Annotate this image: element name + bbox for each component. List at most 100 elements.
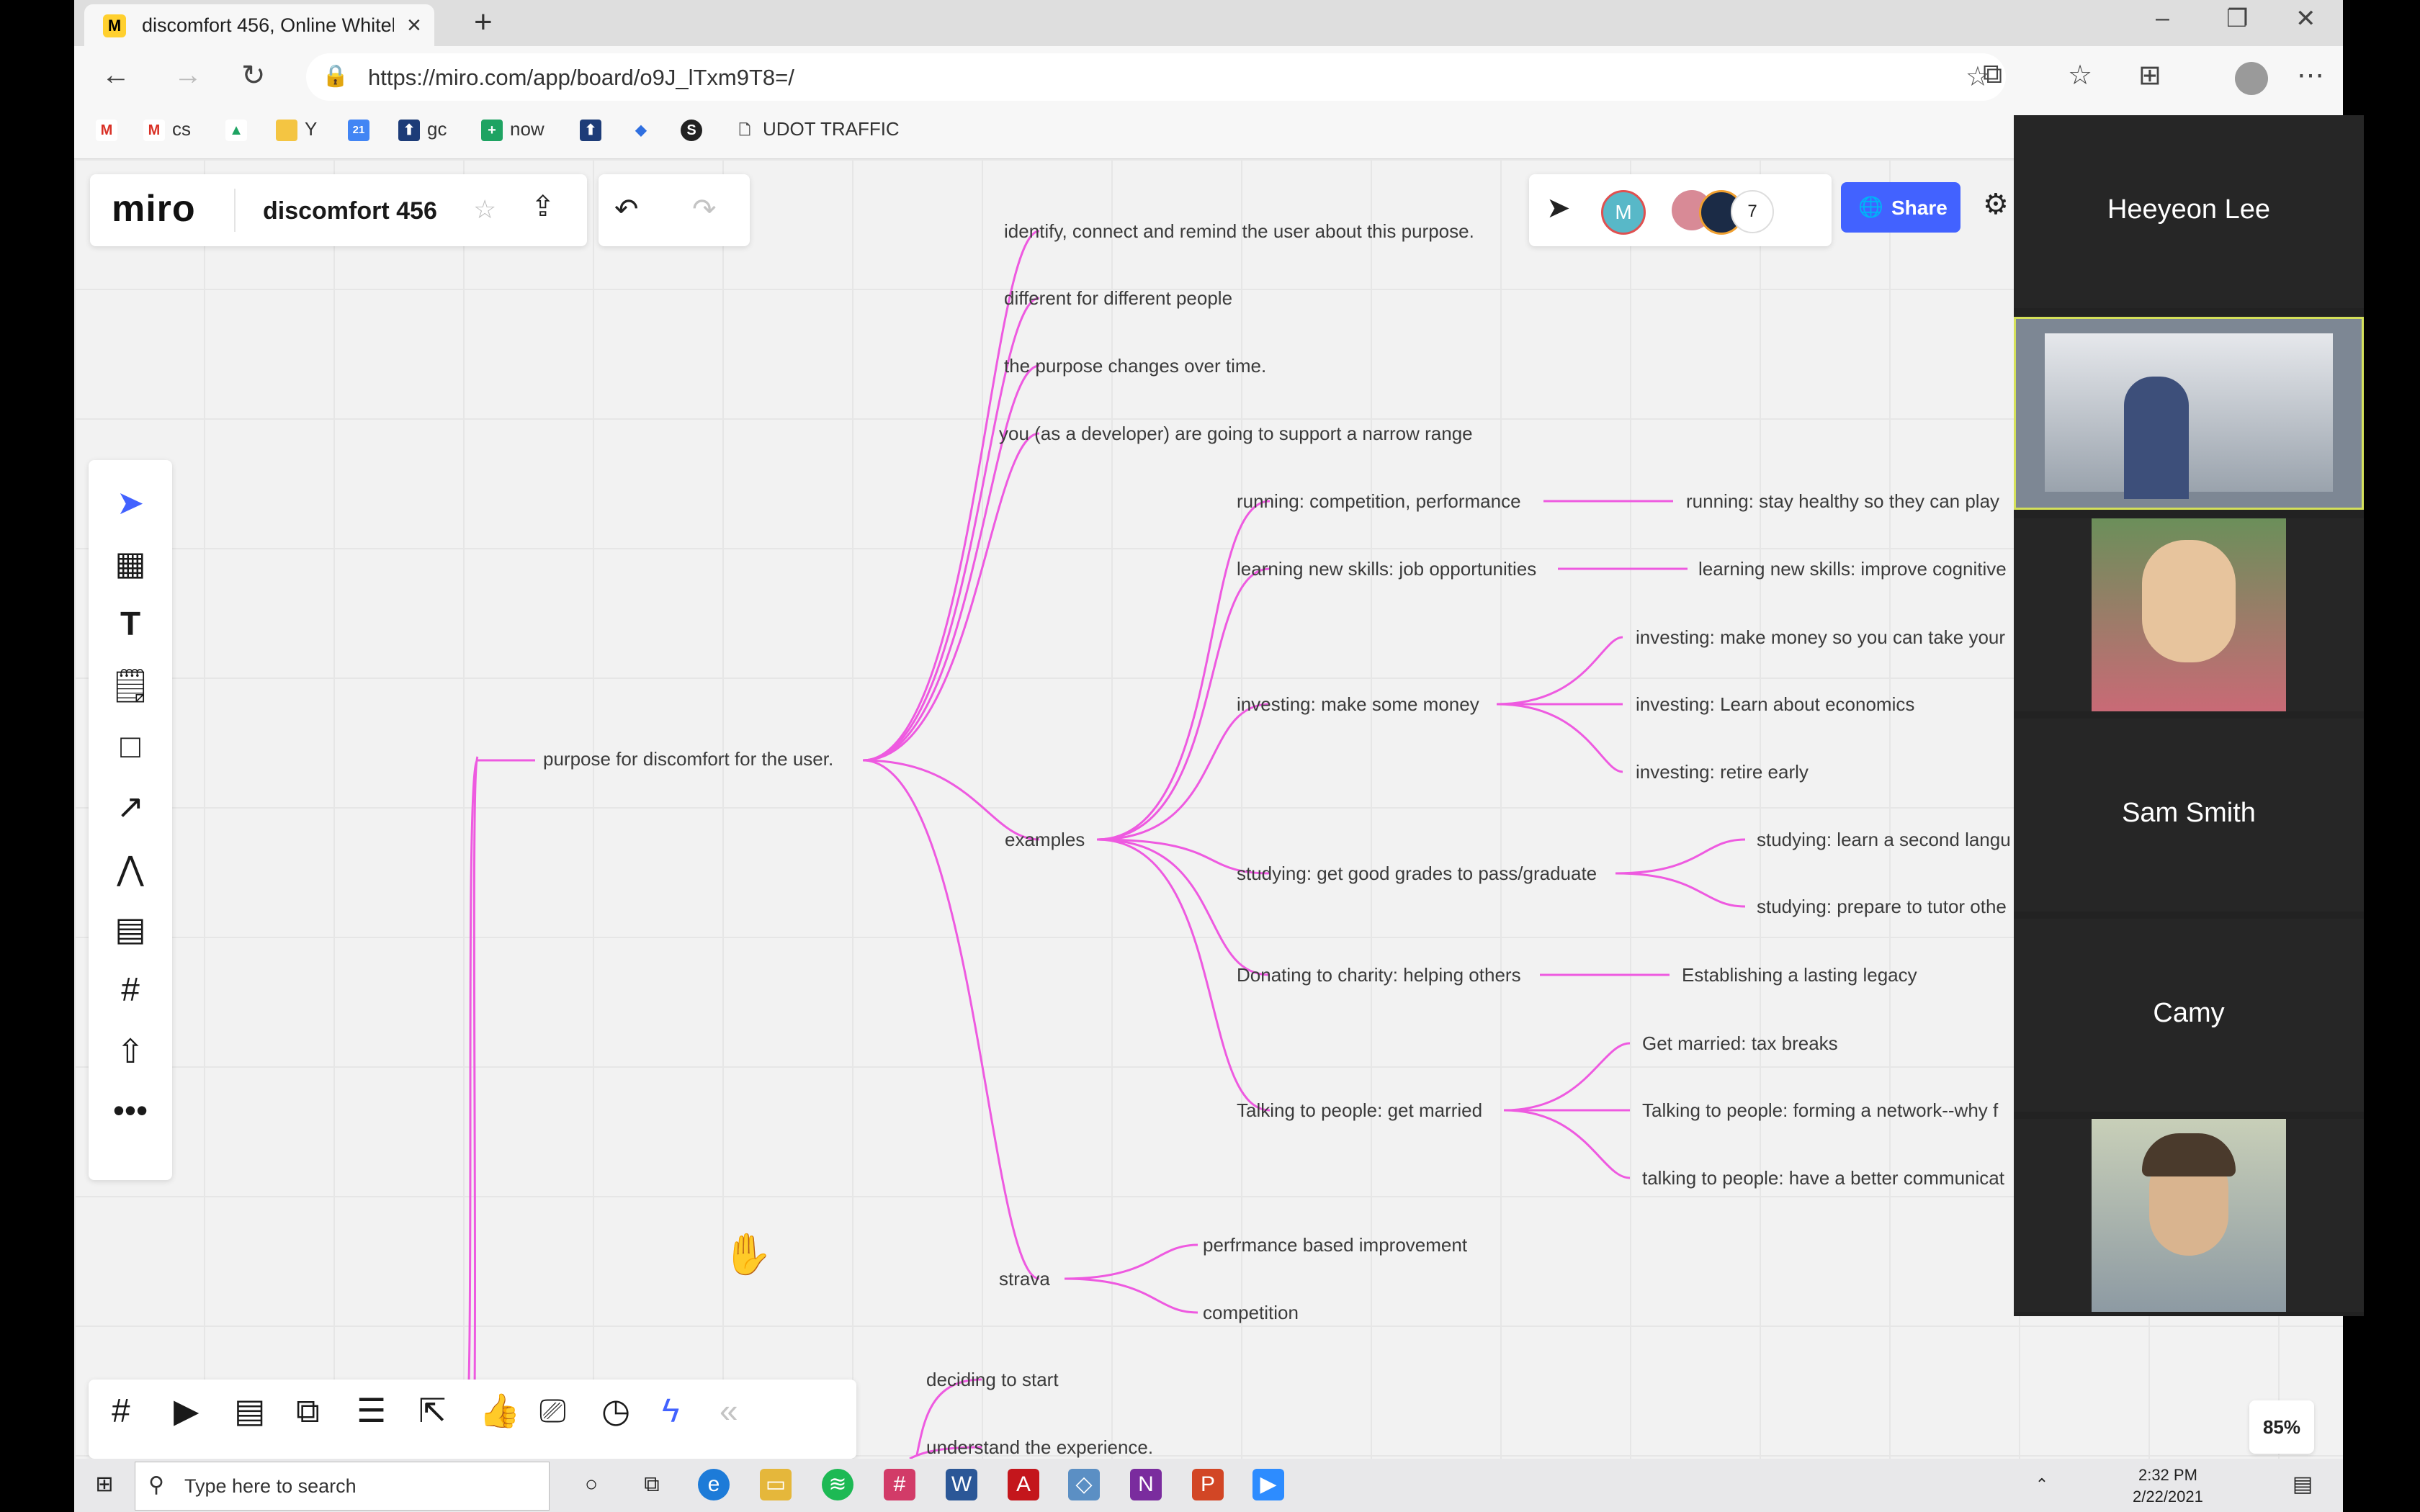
lock-icon[interactable]: 🔒 <box>322 63 349 89</box>
bookmark-gmail[interactable]: M <box>96 118 125 142</box>
mindmap-node[interactable]: investing: Learn about economics <box>1636 693 1914 716</box>
mindmap-node[interactable]: deciding to start <box>926 1369 1059 1391</box>
extension-icon[interactable]: ⧉ <box>1983 59 2002 90</box>
edge-icon[interactable]: e <box>698 1469 730 1500</box>
mindmap-node[interactable]: perfrmance based improvement <box>1203 1234 1467 1256</box>
comments-icon[interactable]: ▤ <box>234 1391 265 1430</box>
taskbar-clock[interactable]: 2:32 PM 2/22/2021 <box>2133 1464 2203 1508</box>
mindmap-node[interactable]: Talking to people: get married <box>1237 1099 1482 1122</box>
miro-board-canvas[interactable]: purpose for discomfort for the user. ide… <box>74 159 2343 1459</box>
mindmap-root-node[interactable]: purpose for discomfort for the user. <box>543 748 833 770</box>
close-window-icon[interactable]: ✕ <box>2295 4 2316 33</box>
mindmap-node[interactable]: Talking to people: forming a network--wh… <box>1642 1099 1998 1122</box>
mindmap-node[interactable]: investing: retire early <box>1636 761 1809 783</box>
mindmap-node[interactable]: the purpose changes over time. <box>1004 355 1266 377</box>
bookmark-y[interactable]: Y <box>276 118 317 142</box>
cards-icon[interactable]: ⧉ <box>296 1391 320 1431</box>
tray-icons[interactable]: ⌃ ▭ ✕ <box>2026 1469 2058 1512</box>
bookmark-drive[interactable]: ▲ <box>225 118 254 142</box>
participant-video[interactable] <box>2014 1119 2364 1312</box>
bookmark-calendar[interactable]: 21 <box>348 118 377 142</box>
url-text[interactable]: https://miro.com/app/board/o9J_lTxm9T8=/ <box>368 65 794 91</box>
share-screen-icon[interactable]: ⇱ <box>418 1391 447 1430</box>
mindmap-node[interactable]: identify, connect and remind the user ab… <box>1004 220 1474 243</box>
mindmap-node[interactable]: investing: make money so you can take yo… <box>1636 626 2005 649</box>
bookmark-gc[interactable]: ⬆ gc <box>398 118 447 142</box>
settings-sliders-icon[interactable]: ⚙ <box>1983 188 2009 221</box>
arrow-line-icon[interactable]: ↗ <box>89 787 172 826</box>
more-tools-icon[interactable]: ••• <box>89 1091 172 1130</box>
task-view-icon[interactable]: ⧉ <box>636 1469 668 1500</box>
mindmap-node[interactable]: talking to people: have a better communi… <box>1642 1167 2004 1189</box>
text-tool-icon[interactable]: T <box>89 604 172 643</box>
forward-icon[interactable]: → <box>174 59 202 91</box>
mindmap-node[interactable]: understand the experience. <box>926 1436 1153 1459</box>
mindmap-node[interactable]: studying: get good grades to pass/gradua… <box>1237 863 1597 885</box>
new-tab-icon[interactable]: + <box>474 4 493 40</box>
back-icon[interactable]: ← <box>102 59 130 91</box>
minimize-icon[interactable]: – <box>2156 4 2169 32</box>
mindmap-node[interactable]: investing: make some money <box>1237 693 1479 716</box>
thumbs-up-icon[interactable]: 👍 <box>479 1391 520 1431</box>
sticky-note-icon[interactable]: 🗒 <box>89 666 172 706</box>
word-icon[interactable]: W <box>946 1469 977 1500</box>
profile-avatar[interactable] <box>2235 62 2268 95</box>
mindmap-node[interactable]: you (as a developer) are going to suppor… <box>999 423 1473 445</box>
templates-icon[interactable]: ▦ <box>89 544 172 582</box>
cursor-follow-icon[interactable]: ➤ <box>1546 192 1571 225</box>
video-icon[interactable]: ⎚ <box>539 1391 566 1431</box>
powerpoint-icon[interactable]: P <box>1192 1469 1224 1500</box>
slack-icon[interactable]: # <box>884 1469 915 1500</box>
star-icon[interactable]: ☆ <box>473 194 496 225</box>
mindmap-node[interactable]: studying: learn a second langu <box>1757 829 2011 851</box>
collapse-icon[interactable]: « <box>720 1391 738 1430</box>
timer-icon[interactable]: ◷ <box>601 1391 630 1430</box>
favorites-icon[interactable]: ☆ <box>2068 59 2092 91</box>
app-icon[interactable]: ◇ <box>1068 1469 1100 1500</box>
more-icon[interactable]: ⋯ <box>2297 59 2324 91</box>
participant-tile[interactable]: Camy <box>2014 919 2364 1112</box>
collaborator-avatar[interactable]: M <box>1601 190 1646 235</box>
comment-icon[interactable]: ▤ <box>89 909 172 948</box>
participant-video[interactable] <box>2014 518 2364 711</box>
zoom-icon[interactable]: ▶ <box>1252 1469 1284 1500</box>
frames-icon[interactable]: # <box>112 1391 130 1430</box>
redo-icon[interactable]: ↷ <box>692 193 717 226</box>
bookmark-now[interactable]: + now <box>481 118 544 142</box>
file-explorer-icon[interactable]: ▭ <box>760 1469 792 1500</box>
participant-tile[interactable]: Sam Smith <box>2014 719 2364 912</box>
bookmark-s[interactable]: S <box>681 118 709 142</box>
frame-icon[interactable]: # <box>89 970 172 1009</box>
kanban-icon[interactable]: ☰ <box>357 1391 386 1430</box>
shape-tool-icon[interactable]: □ <box>89 726 172 765</box>
participant-tile[interactable]: Heeyeon Lee <box>2014 115 2364 308</box>
mindmap-node-examples[interactable]: examples <box>1005 829 1085 851</box>
bookmark-cs[interactable]: Mcs <box>143 118 191 142</box>
bookmark-diamond[interactable]: ◆ <box>630 118 659 141</box>
mindmap-node[interactable]: running: stay healthy so they can play <box>1686 490 1999 513</box>
select-tool-icon[interactable]: ➤ <box>89 483 172 522</box>
mindmap-node-strava[interactable]: strava <box>999 1268 1050 1290</box>
mindmap-node[interactable]: competition <box>1203 1302 1299 1324</box>
pen-tool-icon[interactable]: ⋀ <box>89 849 172 888</box>
bookmark-arrow[interactable]: ⬆ <box>580 118 609 142</box>
onenote-icon[interactable]: N <box>1130 1469 1162 1500</box>
mindmap-node[interactable]: different for different people <box>1004 287 1232 310</box>
mindmap-node[interactable]: learning new skills: job opportunities <box>1237 558 1536 580</box>
collections-icon[interactable]: ⊞ <box>2138 59 2161 91</box>
export-icon[interactable]: ⇪ <box>531 190 555 223</box>
mindmap-node[interactable]: studying: prepare to tutor othe <box>1757 896 2007 918</box>
reload-icon[interactable]: ↻ <box>241 59 266 92</box>
upload-icon[interactable]: ⇧ <box>89 1032 172 1071</box>
notifications-icon[interactable]: ▤ <box>2287 1469 2318 1500</box>
share-button[interactable]: 🌐 Share <box>1841 182 1960 233</box>
restore-icon[interactable]: ❐ <box>2226 4 2248 33</box>
lightning-icon[interactable]: ϟ <box>662 1391 679 1430</box>
miro-logo[interactable]: miro <box>112 187 196 230</box>
cortana-icon[interactable]: ○ <box>575 1469 607 1500</box>
address-bar[interactable]: 🔒 https://miro.com/app/board/o9J_lTxm9T8… <box>306 53 2006 101</box>
taskbar-search[interactable]: ⚲ Type here to search <box>135 1462 550 1511</box>
undo-icon[interactable]: ↶ <box>614 193 639 226</box>
presentation-icon[interactable]: ▶ <box>174 1391 199 1430</box>
browser-tab[interactable]: M discomfort 456, Online Whiteboa × <box>84 4 434 46</box>
